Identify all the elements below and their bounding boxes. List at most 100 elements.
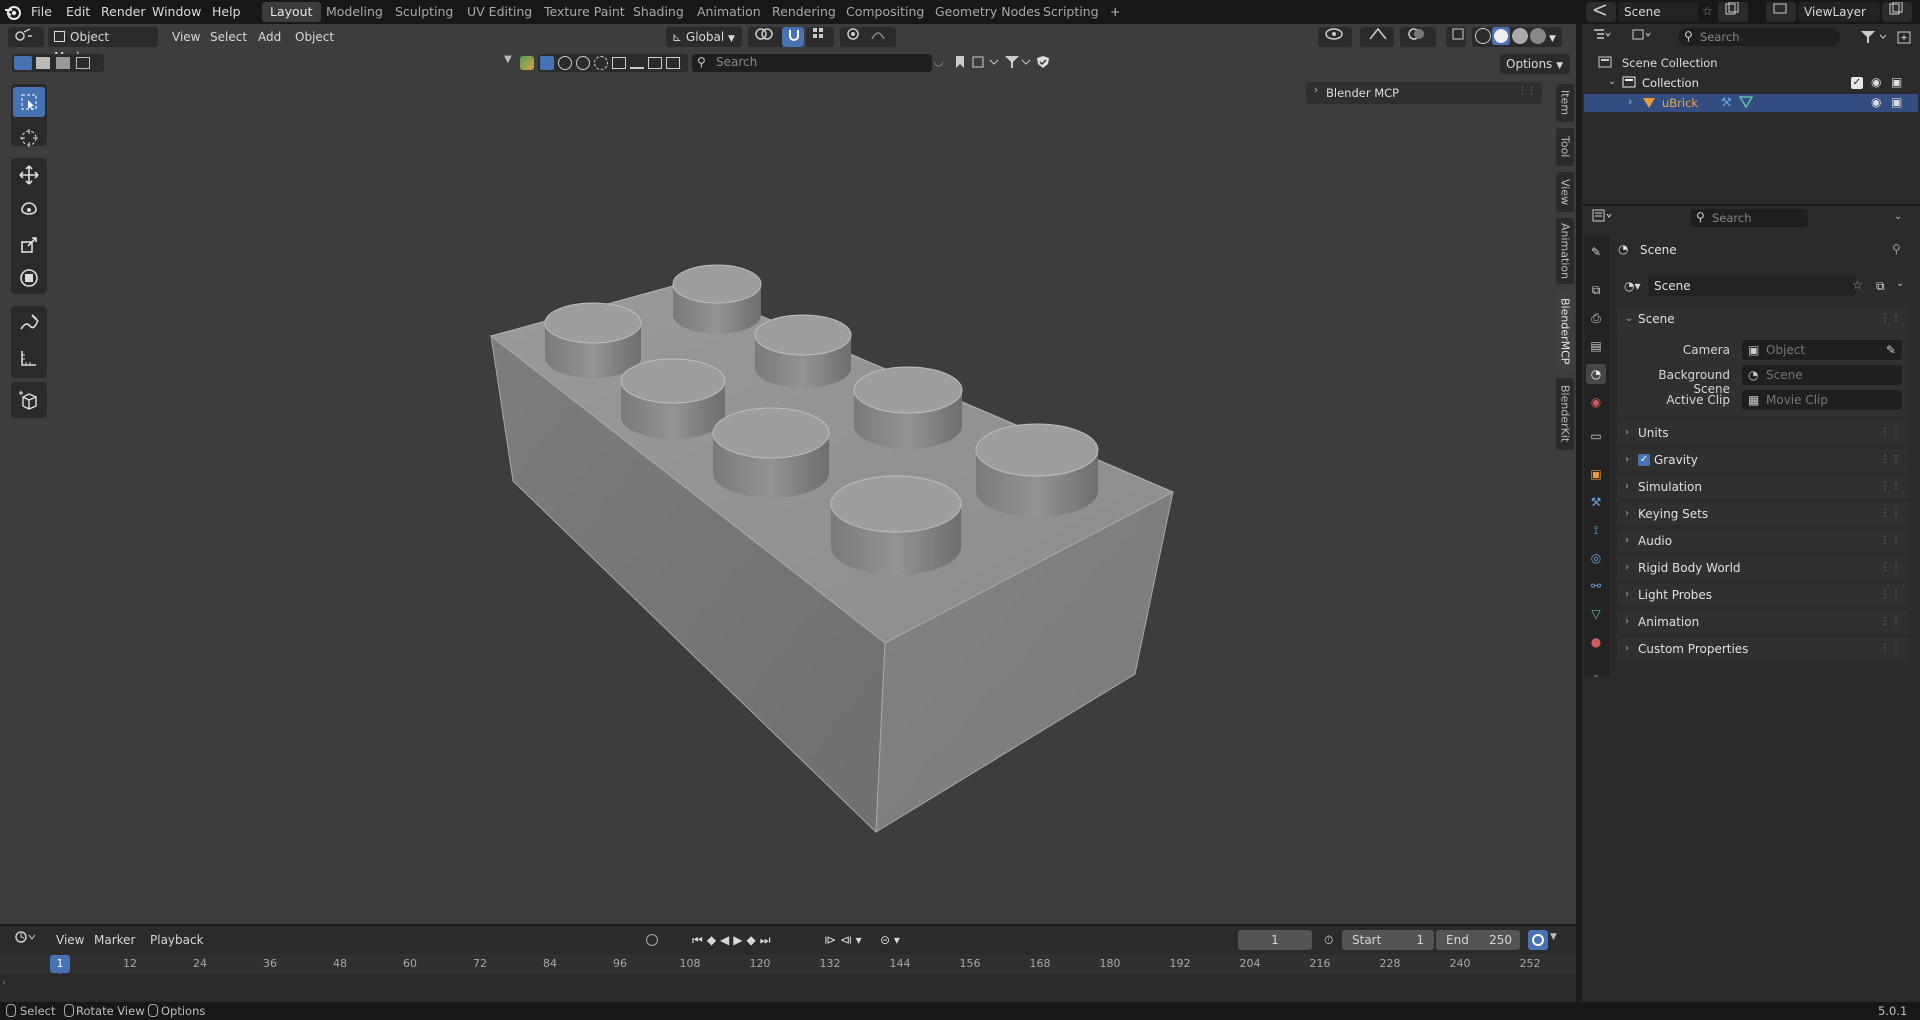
model-filter-icon[interactable] — [540, 56, 554, 70]
eye-icon[interactable]: ◉ — [1871, 75, 1881, 89]
tab-geometry-nodes[interactable]: Geometry Nodes — [927, 2, 1048, 22]
drag-grip-icon[interactable]: ⋮⋮ — [1880, 476, 1902, 498]
gizmo-toggle-icon[interactable] — [1360, 27, 1394, 47]
tab-modeling[interactable]: Modeling — [318, 2, 391, 22]
data-properties-icon[interactable]: ▽ — [1586, 604, 1606, 624]
auto-keying-icon[interactable] — [640, 930, 676, 950]
tab-shading[interactable]: Shading — [625, 2, 692, 22]
drag-grip-icon[interactable]: ⋮⋮ — [1880, 557, 1902, 579]
drag-grip-icon[interactable]: ⋮⋮ — [1518, 86, 1536, 96]
select-box-tool-icon[interactable] — [13, 87, 45, 117]
material-filter-icon[interactable] — [558, 56, 572, 70]
particles-properties-icon[interactable]: ⟟ — [1586, 520, 1606, 540]
drag-grip-icon[interactable]: ⋮⋮ — [1880, 422, 1902, 444]
chevron-down-icon[interactable]: ⌄ — [1894, 211, 1902, 222]
world-filter-icon[interactable] — [594, 56, 608, 70]
menu-help[interactable]: Help — [205, 2, 248, 22]
rendered-shading-icon[interactable] — [1530, 28, 1546, 44]
mesh-data-icon[interactable] — [1738, 95, 1754, 109]
collection-label[interactable]: Collection — [1642, 76, 1699, 90]
drag-grip-icon[interactable]: ⋮⋮ — [1880, 584, 1902, 606]
gravity-checkbox[interactable]: ✓ — [1638, 454, 1650, 466]
viewport-menu-select[interactable]: Select — [204, 27, 253, 47]
cursor-tool-icon[interactable] — [13, 123, 45, 153]
display-mode-icon[interactable] — [1626, 28, 1658, 48]
visibility-icon[interactable] — [1318, 27, 1352, 47]
camera-render-icon[interactable]: ▣ — [1891, 95, 1902, 109]
chevron-down-icon[interactable]: ⌄ — [1896, 278, 1904, 289]
menu-window[interactable]: Window — [145, 2, 208, 22]
blender-logo-icon[interactable] — [4, 3, 22, 21]
tab-uv-editing[interactable]: UV Editing — [459, 2, 540, 22]
overlays-icon[interactable] — [1400, 27, 1436, 47]
outliner-filter-icon[interactable] — [1860, 29, 1890, 47]
transform-tool-icon[interactable] — [13, 263, 45, 293]
end-frame-field[interactable]: End 250 — [1436, 930, 1520, 950]
new-view-layer-icon[interactable] — [1882, 1, 1912, 22]
select-invert-icon[interactable] — [76, 57, 90, 69]
material-properties-icon[interactable]: ● — [1586, 632, 1606, 652]
object-properties-icon[interactable]: ▣ — [1586, 464, 1606, 484]
sort-icon[interactable] — [972, 55, 1002, 71]
annotate-tool-icon[interactable] — [13, 308, 45, 338]
ubrick-label[interactable]: uBrick — [1662, 96, 1698, 110]
gravity-panel[interactable]: › ✓ Gravity ⋮⋮ — [1618, 449, 1908, 471]
viewport-menu-view[interactable]: View — [166, 27, 206, 47]
timeline-menu-view[interactable]: View — [50, 930, 90, 950]
scene-properties-icon[interactable]: ◔ — [1586, 364, 1606, 384]
play-reverse-icon[interactable]: ◀ — [720, 933, 729, 947]
sync-toggle-icon[interactable] — [1528, 930, 1548, 950]
clear-search-icon[interactable]: ◡ — [934, 55, 950, 71]
scene-browse-icon[interactable]: ◔▾ — [1618, 276, 1646, 296]
eyedropper-icon[interactable]: ✎ — [1886, 340, 1896, 360]
chevron-right-icon[interactable]: › — [1628, 95, 1632, 108]
drag-grip-icon[interactable]: ⋮⋮ — [1880, 503, 1902, 525]
tab-sculpting[interactable]: Sculpting — [387, 2, 461, 22]
tab-layout[interactable]: Layout — [262, 2, 321, 22]
drag-grip-icon[interactable]: ⋮⋮ — [1880, 611, 1902, 633]
render-properties-icon[interactable]: ⧉ — [1586, 280, 1606, 300]
npanel-tab-animation[interactable]: Animation — [1556, 218, 1574, 284]
timeline-menu-marker[interactable]: Marker — [88, 930, 141, 950]
snap-toggle-icon[interactable] — [782, 27, 804, 47]
jump-end-icon[interactable]: ⏭ — [760, 933, 771, 947]
scene-browse-icon[interactable] — [1586, 2, 1616, 22]
select-new-icon[interactable] — [14, 56, 32, 70]
keyframe-nav-icon[interactable]: ⧐ ⧏ ▾ — [818, 930, 870, 950]
addon-filter-icon[interactable] — [666, 57, 680, 69]
preview-range-icon[interactable]: ⏱ — [1318, 930, 1340, 950]
select-extend-icon[interactable] — [36, 57, 50, 69]
keying-sets-panel[interactable]: › Keying Sets ⋮⋮ — [1618, 503, 1908, 525]
menu-render[interactable]: Render — [94, 2, 153, 22]
timeline-editor-type-icon[interactable] — [8, 930, 42, 950]
blender-mcp-panel[interactable]: › Blender MCP ⋮⋮ — [1306, 82, 1542, 104]
add-cube-tool-icon[interactable] — [13, 385, 45, 415]
properties-search-field[interactable]: ⚲ Search — [1690, 209, 1808, 227]
modifier-wrench-icon[interactable]: ⚒ — [1721, 95, 1732, 109]
current-frame-field[interactable]: 1 — [1238, 930, 1312, 950]
viewport-menu-object[interactable]: Object — [289, 27, 340, 47]
drag-grip-icon[interactable]: ⋮⋮ — [1880, 530, 1902, 552]
jump-start-icon[interactable]: ⏮ — [692, 933, 703, 947]
camera-render-icon[interactable]: ▣ — [1891, 75, 1902, 89]
scene-collection-label[interactable]: Scene Collection — [1622, 56, 1718, 70]
tab-scripting[interactable]: Scripting — [1035, 2, 1107, 22]
chevron-down-icon[interactable]: ▼ — [1549, 34, 1556, 44]
simulation-panel[interactable]: › Simulation ⋮⋮ — [1618, 476, 1908, 498]
scale-tool-icon[interactable] — [13, 230, 45, 260]
drag-grip-icon[interactable]: ⋮⋮ — [1880, 638, 1902, 660]
wireframe-shading-icon[interactable] — [1475, 28, 1491, 44]
pin-icon[interactable]: ⚲ — [1892, 242, 1901, 256]
chevron-down-icon[interactable]: ▼ — [1550, 932, 1557, 942]
new-scene-icon[interactable] — [1718, 1, 1748, 22]
proportional-edit-icon[interactable] — [840, 27, 896, 47]
nodegroup-filter-icon[interactable] — [648, 57, 662, 69]
rotate-tool-icon[interactable] — [13, 195, 45, 225]
scene-name-field[interactable]: Scene — [1618, 2, 1698, 22]
expand-channels-icon[interactable]: › — [2, 978, 6, 988]
world-properties-icon[interactable]: ◉ — [1586, 392, 1606, 412]
view-layer-properties-icon[interactable]: ▤ — [1586, 336, 1606, 356]
select-subtract-icon[interactable] — [56, 57, 70, 69]
filter-icon[interactable] — [1004, 55, 1032, 71]
pin-icon[interactable]: ☆ — [1702, 4, 1713, 18]
